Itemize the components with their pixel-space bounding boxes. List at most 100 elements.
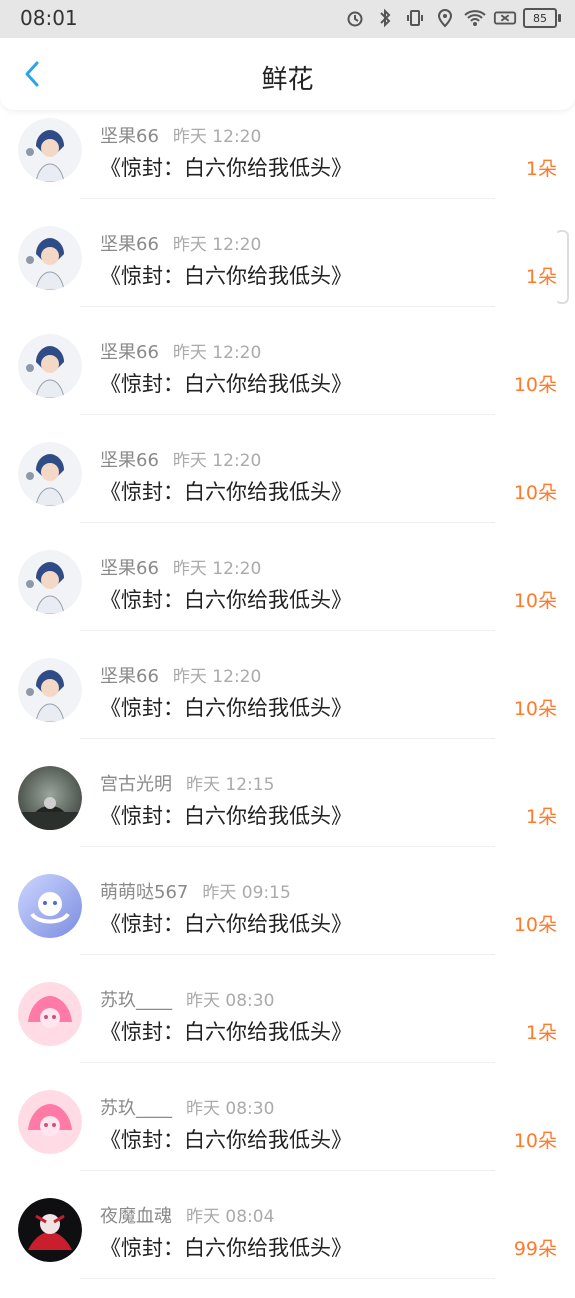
avatar[interactable] xyxy=(18,442,82,506)
item-time: 昨天 12:20 xyxy=(172,235,262,255)
divider xyxy=(80,414,495,415)
divider xyxy=(80,522,495,523)
item-meta: 坚果66 昨天 12:20 xyxy=(100,554,261,580)
flower-count: 10朵 xyxy=(513,590,557,612)
avatar[interactable] xyxy=(18,658,82,722)
item-meta: 萌萌哒567 昨天 09:15 xyxy=(100,878,291,904)
list-item[interactable]: 坚果66 昨天 12:20 《惊封：白六你给我低头》 10朵 xyxy=(0,434,575,542)
flower-count: 1朵 xyxy=(525,158,557,180)
avatar[interactable] xyxy=(18,766,82,830)
book-title[interactable]: 《惊封：白六你给我低头》 xyxy=(100,368,352,398)
item-meta: 坚果66 昨天 12:20 xyxy=(100,230,261,256)
divider xyxy=(80,306,495,307)
top-app-bar: 鲜花 xyxy=(0,38,575,110)
book-title[interactable]: 《惊封：白六你给我低头》 xyxy=(100,152,352,182)
item-meta: 苏玖____ 昨天 08:30 xyxy=(100,1094,274,1120)
avatar[interactable] xyxy=(18,982,82,1046)
vibrate-icon xyxy=(403,6,427,30)
avatar[interactable] xyxy=(18,874,82,938)
item-time: 昨天 12:20 xyxy=(172,343,262,363)
user-name[interactable]: 苏玖____ xyxy=(100,990,172,1011)
user-name[interactable]: 坚果66 xyxy=(100,126,159,147)
item-time: 昨天 09:15 xyxy=(202,883,291,903)
flower-count: 1朵 xyxy=(525,806,557,828)
avatar[interactable] xyxy=(18,1090,82,1154)
bluetooth-icon xyxy=(373,6,397,30)
user-name[interactable]: 苏玖____ xyxy=(100,1098,172,1119)
divider xyxy=(80,954,495,955)
item-time: 昨天 12:20 xyxy=(172,559,262,579)
divider xyxy=(80,630,495,631)
book-title[interactable]: 《惊封：白六你给我低头》 xyxy=(100,1124,352,1154)
alarm-icon xyxy=(343,6,367,30)
item-meta: 宫古光明 昨天 12:15 xyxy=(100,770,274,796)
flower-count: 10朵 xyxy=(513,1130,557,1152)
divider xyxy=(80,846,495,847)
flower-count: 10朵 xyxy=(513,698,557,720)
item-meta: 坚果66 昨天 12:20 xyxy=(100,122,261,148)
divider xyxy=(80,738,495,739)
status-time: 08:01 xyxy=(20,6,78,30)
avatar[interactable] xyxy=(18,334,82,398)
divider xyxy=(80,1278,495,1279)
avatar[interactable] xyxy=(18,118,82,182)
item-time: 昨天 08:04 xyxy=(186,1207,275,1227)
flower-count: 10朵 xyxy=(513,374,557,396)
item-time: 昨天 12:15 xyxy=(186,775,275,795)
list-item[interactable]: 坚果66 昨天 12:20 《惊封：白六你给我低头》 10朵 xyxy=(0,542,575,650)
user-name[interactable]: 坚果66 xyxy=(100,666,159,687)
item-meta: 坚果66 昨天 12:20 xyxy=(100,662,261,688)
avatar[interactable] xyxy=(18,550,82,614)
status-bar: 08:01 85 xyxy=(0,0,575,38)
page-title: 鲜花 xyxy=(261,65,314,95)
flower-count: 1朵 xyxy=(525,266,557,288)
list-item[interactable]: 苏玖____ 昨天 08:30 《惊封：白六你给我低头》 10朵 xyxy=(0,1082,575,1190)
item-meta: 夜魔血魂 昨天 08:04 xyxy=(100,1202,274,1228)
user-name[interactable]: 萌萌哒567 xyxy=(100,882,188,903)
sim-icon xyxy=(493,6,517,30)
item-meta: 坚果66 昨天 12:20 xyxy=(100,338,261,364)
divider xyxy=(80,1062,495,1063)
list-item[interactable]: 夜魔血魂 昨天 08:04 《惊封：白六你给我低头》 99朵 xyxy=(0,1190,575,1298)
book-title[interactable]: 《惊封：白六你给我低头》 xyxy=(100,1232,352,1262)
flower-count: 10朵 xyxy=(513,482,557,504)
item-time: 昨天 12:20 xyxy=(172,451,262,471)
book-title[interactable]: 《惊封：白六你给我低头》 xyxy=(100,1016,352,1046)
user-name[interactable]: 坚果66 xyxy=(100,342,159,363)
book-title[interactable]: 《惊封：白六你给我低头》 xyxy=(100,692,352,722)
list-item[interactable]: 坚果66 昨天 12:20 《惊封：白六你给我低头》 10朵 xyxy=(0,650,575,758)
user-name[interactable]: 坚果66 xyxy=(100,450,159,471)
flower-count: 10朵 xyxy=(513,914,557,936)
item-time: 昨天 12:20 xyxy=(172,127,262,147)
book-title[interactable]: 《惊封：白六你给我低头》 xyxy=(100,260,352,290)
book-title[interactable]: 《惊封：白六你给我低头》 xyxy=(100,584,352,614)
book-title[interactable]: 《惊封：白六你给我低头》 xyxy=(100,908,352,938)
list-item[interactable]: 坚果66 昨天 12:20 《惊封：白六你给我低头》 1朵 xyxy=(0,218,575,326)
list-item[interactable]: 萌萌哒567 昨天 09:15 《惊封：白六你给我低头》 10朵 xyxy=(0,866,575,974)
flower-count: 1朵 xyxy=(525,1022,557,1044)
item-time: 昨天 12:20 xyxy=(172,667,262,687)
scroll-handle[interactable] xyxy=(555,230,569,304)
avatar[interactable] xyxy=(18,1198,82,1262)
item-time: 昨天 08:30 xyxy=(186,1099,275,1119)
book-title[interactable]: 《惊封：白六你给我低头》 xyxy=(100,800,352,830)
item-time: 昨天 08:30 xyxy=(186,991,275,1011)
user-name[interactable]: 坚果66 xyxy=(100,234,159,255)
battery-indicator: 85 xyxy=(523,8,561,28)
list-item[interactable]: 苏玖____ 昨天 08:30 《惊封：白六你给我低头》 1朵 xyxy=(0,974,575,1082)
status-icons: 85 xyxy=(343,6,561,30)
user-name[interactable]: 坚果66 xyxy=(100,558,159,579)
divider xyxy=(80,1170,495,1171)
list-item[interactable]: 坚果66 昨天 12:20 《惊封：白六你给我低头》 10朵 xyxy=(0,326,575,434)
item-meta: 坚果66 昨天 12:20 xyxy=(100,446,261,472)
item-meta: 苏玖____ 昨天 08:30 xyxy=(100,986,274,1012)
user-name[interactable]: 宫古光明 xyxy=(100,774,172,795)
list-item[interactable]: 坚果66 昨天 12:20 《惊封：白六你给我低头》 1朵 xyxy=(0,110,575,218)
location-icon xyxy=(433,6,457,30)
book-title[interactable]: 《惊封：白六你给我低头》 xyxy=(100,476,352,506)
wifi-icon xyxy=(463,6,487,30)
user-name[interactable]: 夜魔血魂 xyxy=(100,1206,172,1227)
flower-count: 99朵 xyxy=(513,1238,557,1260)
avatar[interactable] xyxy=(18,226,82,290)
list-item[interactable]: 宫古光明 昨天 12:15 《惊封：白六你给我低头》 1朵 xyxy=(0,758,575,866)
